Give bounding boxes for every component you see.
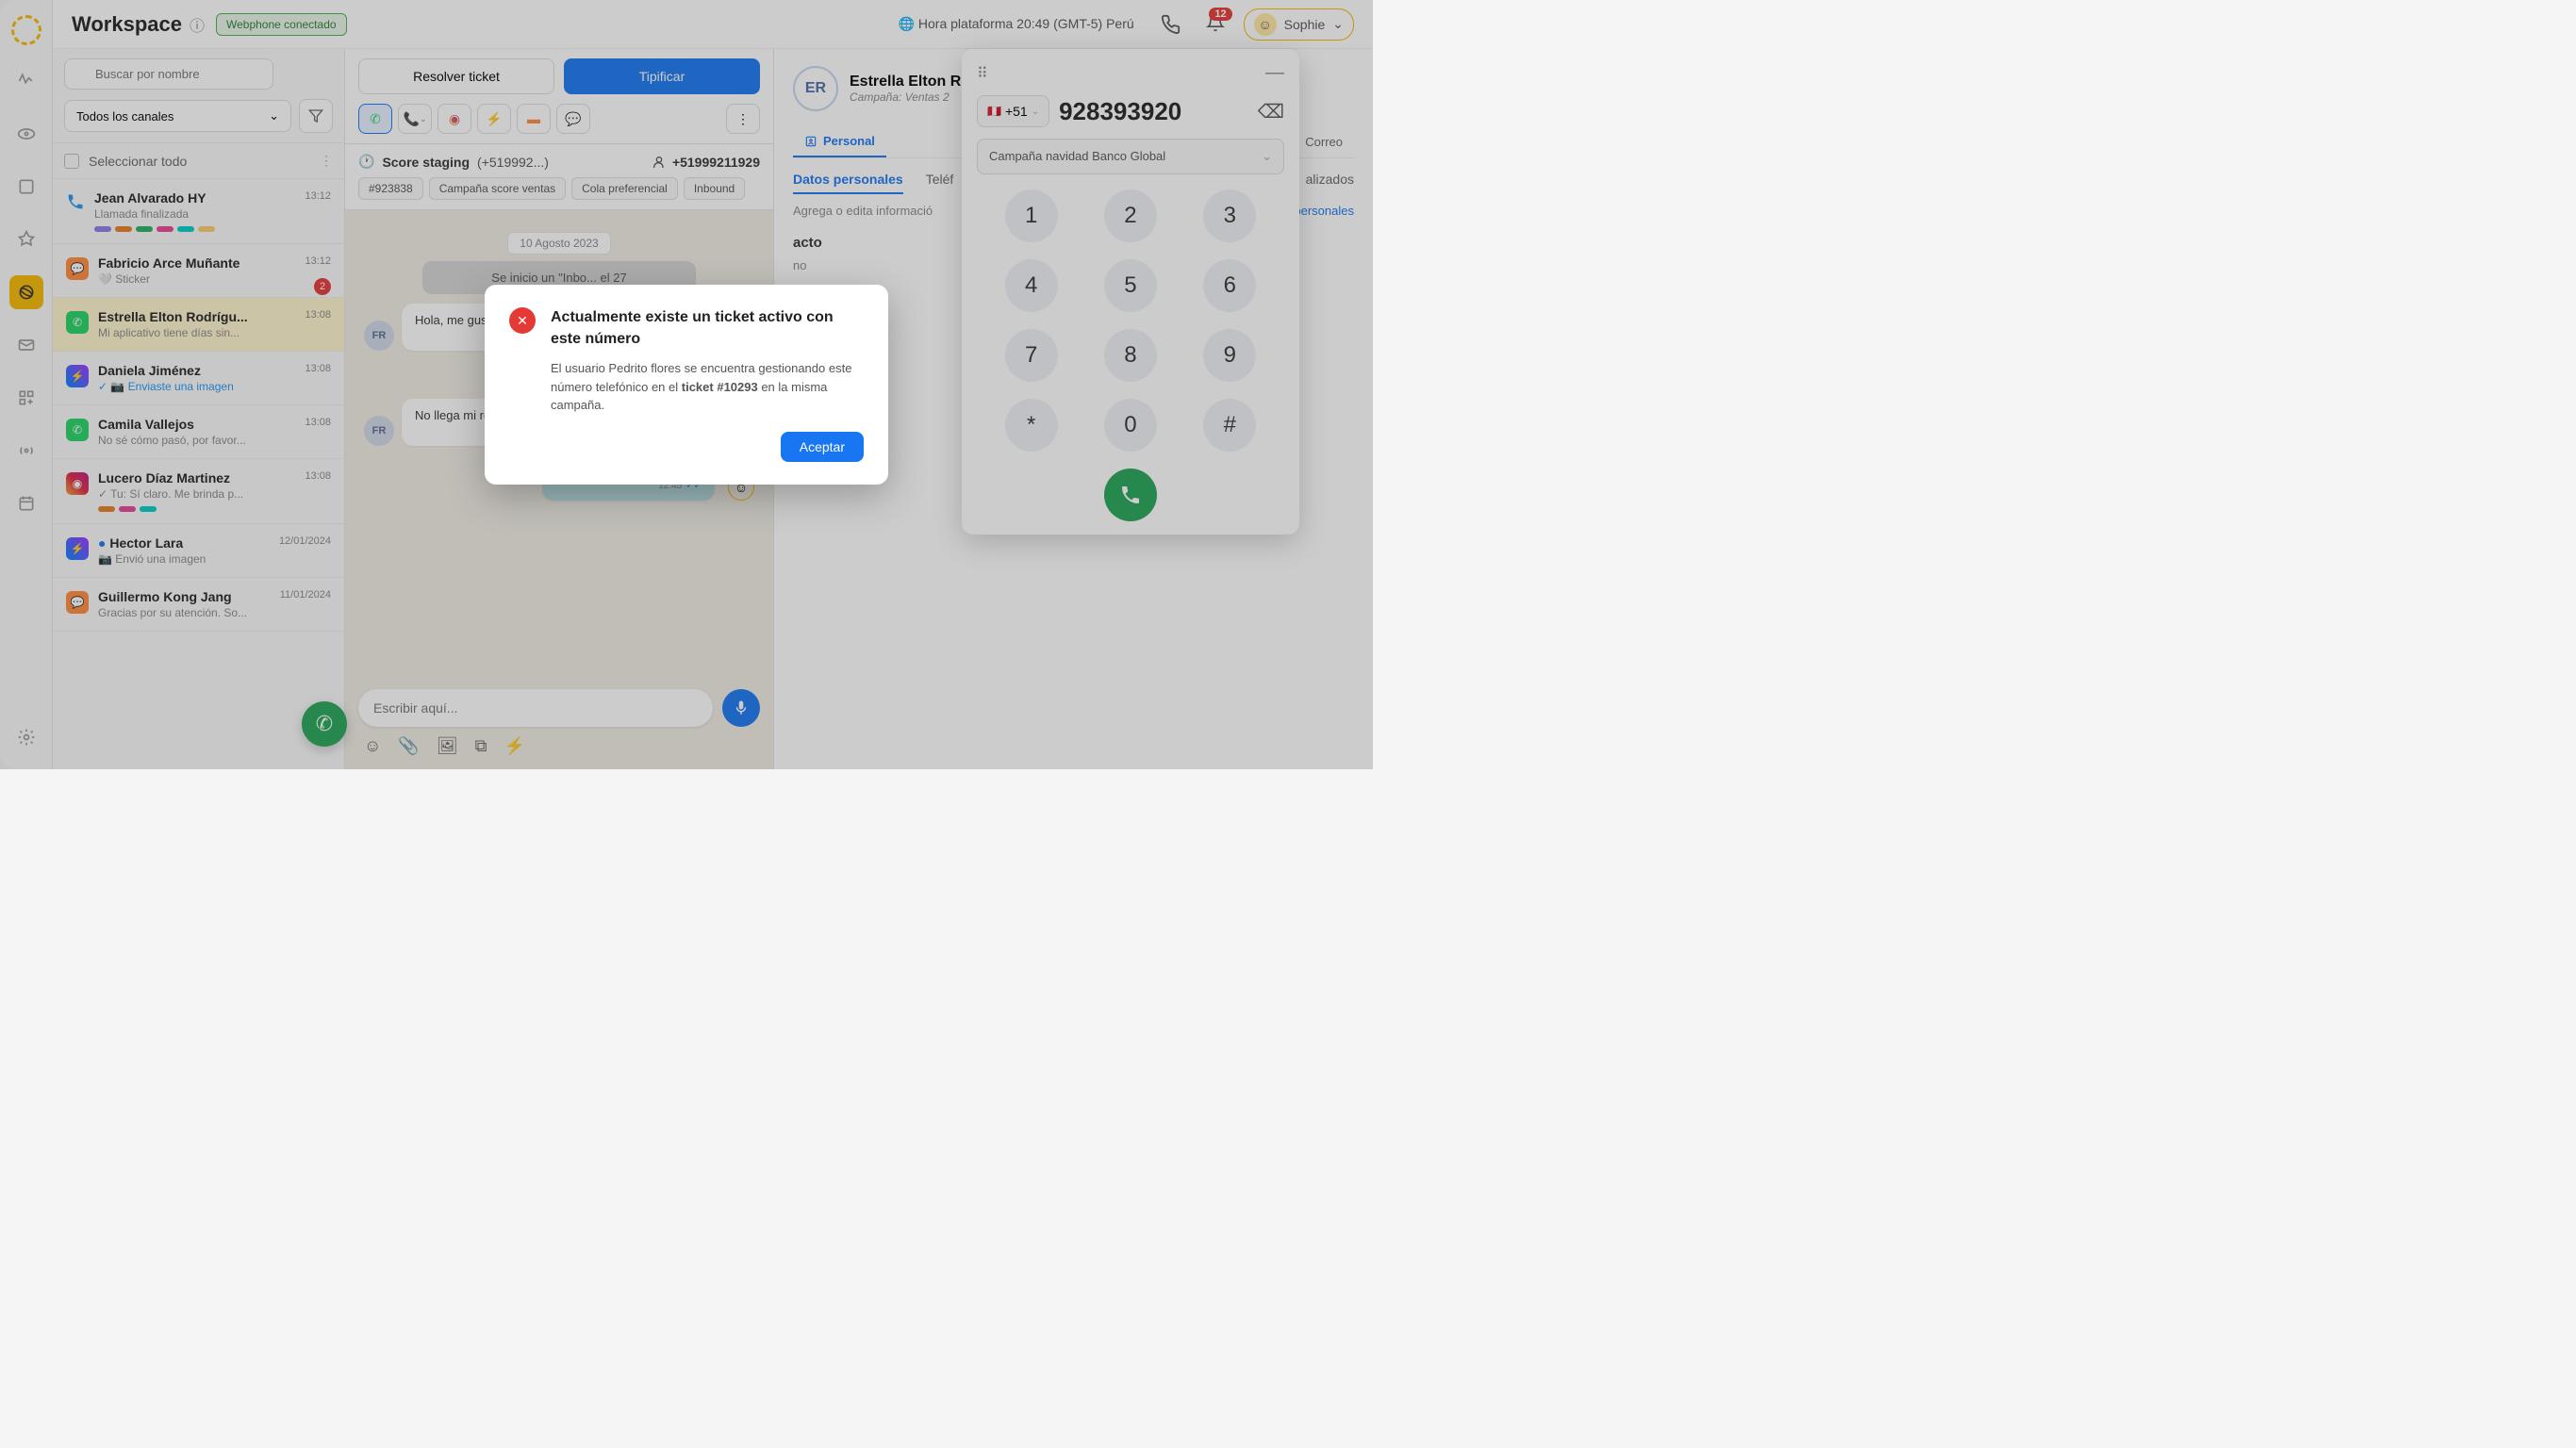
active-ticket-modal: ✕ Actualmente existe un ticket activo co… (485, 285, 888, 484)
modal-text: El usuario Pedrito flores se encuentra g… (551, 359, 864, 415)
modal-overlay: ✕ Actualmente existe un ticket activo co… (0, 0, 1373, 769)
modal-title: Actualmente existe un ticket activo con … (551, 307, 864, 350)
accept-button[interactable]: Aceptar (781, 432, 864, 462)
error-icon: ✕ (509, 307, 536, 334)
